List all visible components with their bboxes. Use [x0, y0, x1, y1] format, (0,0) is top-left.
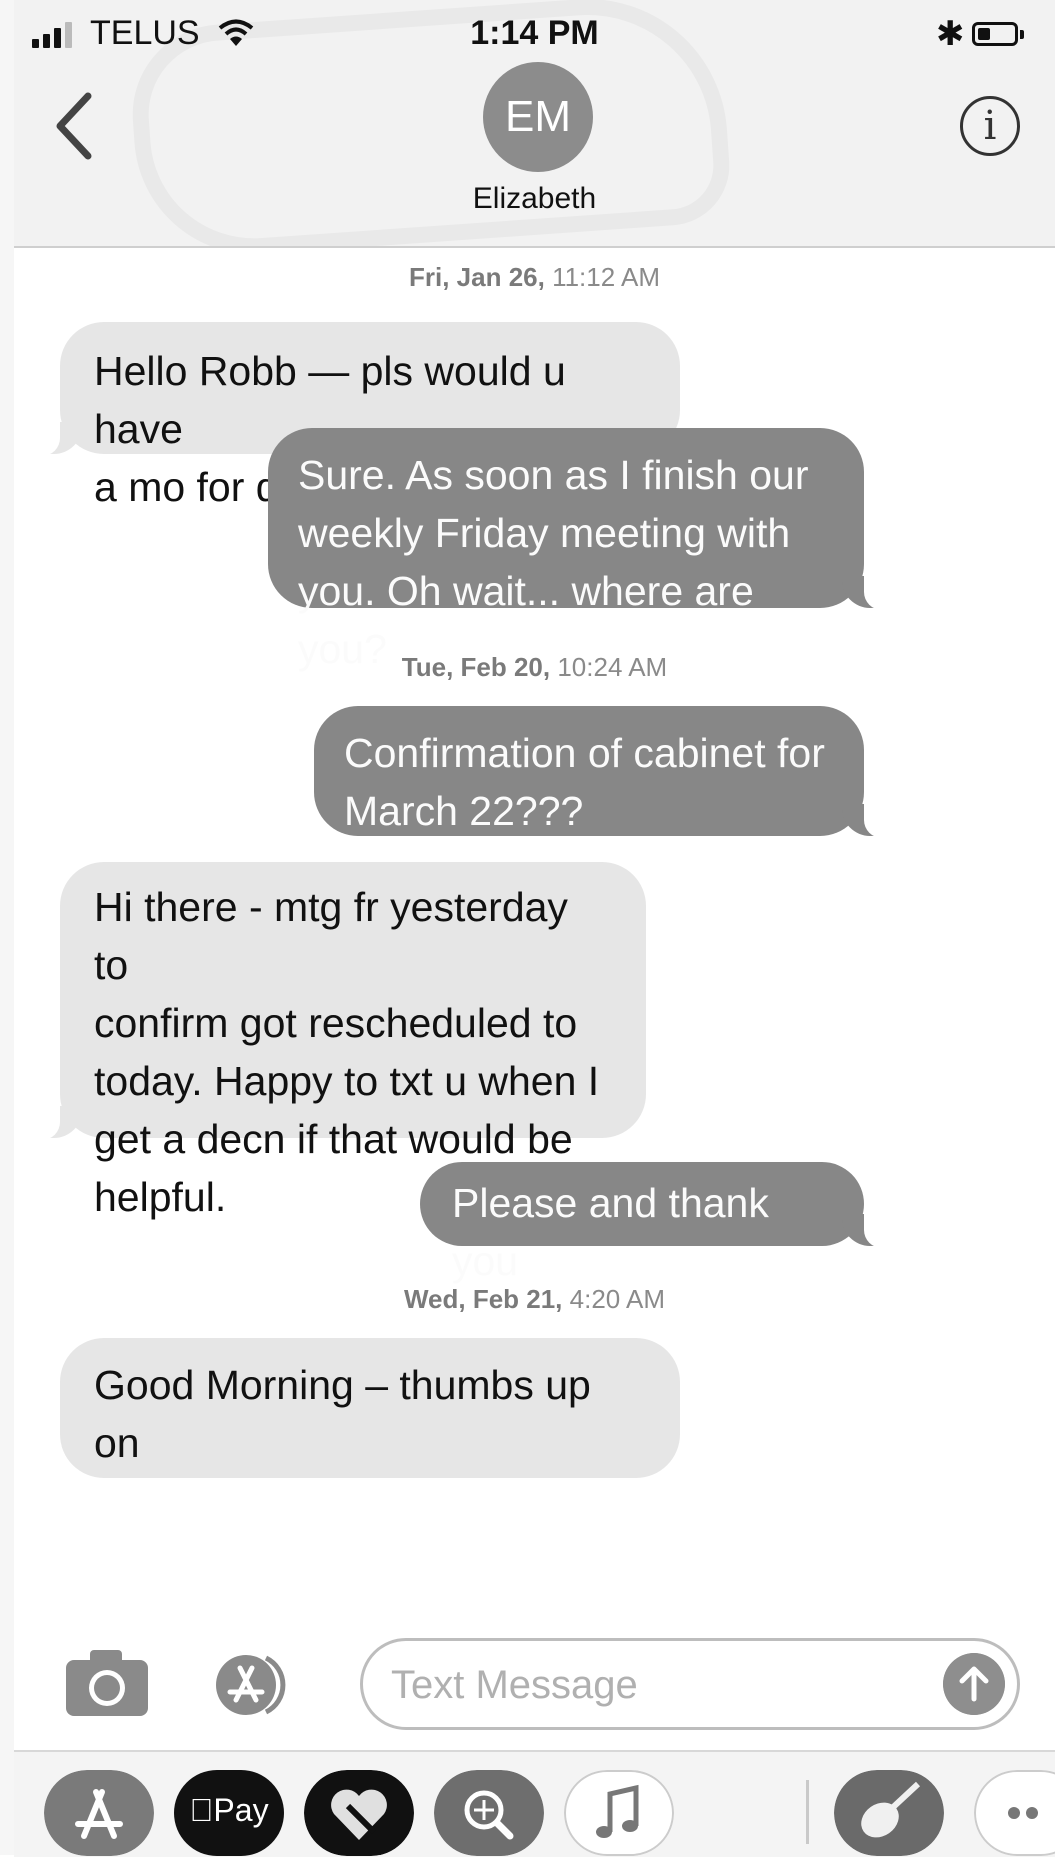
more-icon[interactable]: [974, 1770, 1055, 1856]
conversation-header: TELUS 1:14 PM ✱ EM Elizabeth i: [14, 0, 1055, 248]
timestamp-day: Wed, Feb 21,: [403, 1284, 563, 1314]
screenshot-border: [0, 0, 14, 1855]
timestamp-day: Fri, Jan 26,: [409, 262, 545, 292]
outgoing-message-bubble[interactable]: Confirmation of cabinet for March 22???: [314, 706, 894, 838]
message-transcript[interactable]: Fri, Jan 26, 11:12 AM Hello Robb — pls w…: [14, 248, 1055, 1624]
battery-tip: [1020, 30, 1024, 39]
back-chevron-icon[interactable]: [46, 86, 106, 166]
app-store-icon[interactable]: [210, 1652, 296, 1718]
apple-pay-icon[interactable]: Pay: [174, 1770, 284, 1856]
image-search-icon[interactable]: [434, 1770, 544, 1856]
timestamp-header: Tue, Feb 20, 10:24 AM: [14, 652, 1055, 683]
digital-touch-heart-icon[interactable]: [304, 1770, 414, 1856]
compose-bar: [14, 1624, 1055, 1750]
drawer-divider: [806, 1780, 809, 1844]
incoming-message-bubble[interactable]: Hi there - mtg fr yesterday to confirm g…: [30, 862, 646, 1220]
app-store-icon[interactable]: [44, 1770, 154, 1856]
timestamp-time: 10:24 AM: [550, 652, 668, 682]
camera-icon[interactable]: [62, 1644, 152, 1720]
message-text-field[interactable]: [360, 1638, 1020, 1730]
status-time: 1:14 PM: [470, 14, 599, 52]
garageband-guitar-icon[interactable]: [834, 1770, 944, 1856]
incoming-message-bubble[interactable]: Good Morning – thumbs up on: [60, 1338, 680, 1478]
timestamp-day: Tue, Feb 20,: [401, 652, 551, 682]
info-icon[interactable]: i: [960, 96, 1020, 156]
status-bar: TELUS 1:14 PM ✱: [14, 0, 1055, 64]
timestamp-time: 11:12 AM: [544, 262, 660, 292]
battery-level: [978, 28, 990, 40]
timestamp-time: 4:20 AM: [562, 1284, 666, 1314]
timestamp-header: Wed, Feb 21, 4:20 AM: [14, 1284, 1055, 1315]
battery-icon: [972, 22, 1018, 46]
message-input[interactable]: [389, 1651, 913, 1719]
apple-pay-label: Pay: [189, 1792, 268, 1828]
imessage-app-drawer: Pay: [14, 1750, 1055, 1857]
contact-name[interactable]: Elizabeth: [14, 182, 1055, 216]
outgoing-message-bubble[interactable]: Sure. As soon as I finish our weekly Fri…: [268, 428, 894, 672]
bluetooth-icon: ✱: [936, 15, 965, 53]
music-icon[interactable]: [564, 1770, 674, 1856]
contact-avatar[interactable]: EM: [483, 62, 593, 172]
timestamp-header: Fri, Jan 26, 11:12 AM: [14, 262, 1055, 293]
outgoing-message-bubble[interactable]: Please and thank you: [420, 1162, 894, 1284]
send-arrow-icon[interactable]: [943, 1653, 1005, 1715]
